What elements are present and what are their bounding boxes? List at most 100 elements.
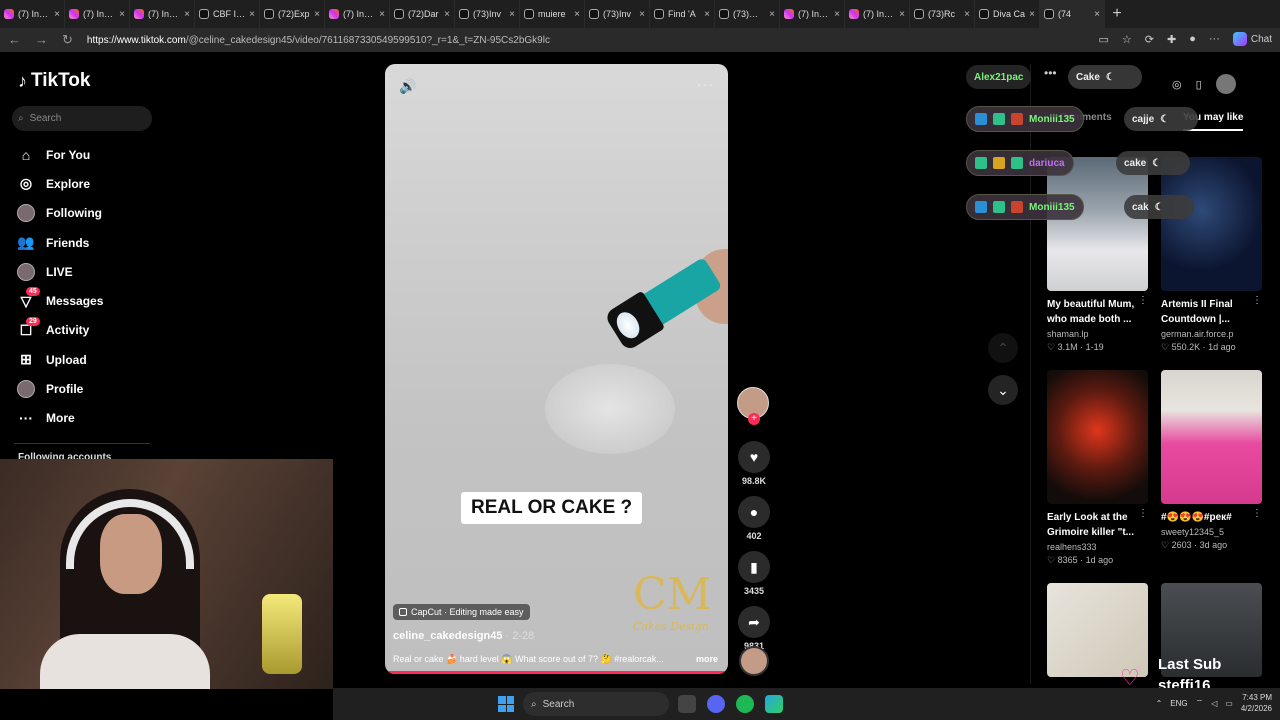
- video-player[interactable]: 🔊 ··· REAL OR CAKE ? CM Cakes Design Cap…: [385, 64, 728, 674]
- capcut-tag[interactable]: CapCut · Editing made easy: [393, 604, 530, 620]
- recommended-card[interactable]: [1047, 583, 1148, 677]
- browser-tab[interactable]: Find 'A ×: [650, 0, 715, 28]
- previous-video-button[interactable]: ⌃: [988, 333, 1018, 363]
- recommended-card[interactable]: Artemis II Final Countdown |... ⋮ german…: [1161, 157, 1262, 353]
- tab-title: Diva Ca: [993, 9, 1026, 19]
- creator-avatar[interactable]: +: [737, 387, 769, 425]
- card-more-icon[interactable]: ⋮: [1138, 508, 1148, 519]
- edge-icon[interactable]: [765, 695, 783, 713]
- browser-tab[interactable]: Diva Ca ×: [975, 0, 1040, 28]
- video-progress-bar[interactable]: [385, 671, 728, 674]
- close-tab-icon[interactable]: ×: [899, 9, 905, 20]
- back-icon[interactable]: ←: [8, 32, 21, 48]
- card-more-icon[interactable]: ⋮: [1138, 295, 1148, 306]
- sidebar-item-following[interactable]: Following: [16, 199, 103, 228]
- wifi-icon[interactable]: ⌔: [1196, 698, 1204, 708]
- more-link[interactable]: more: [696, 654, 718, 665]
- comment-button[interactable]: ●: [738, 496, 770, 528]
- sidebar-item-messages[interactable]: ▽ 45 Messages: [16, 286, 103, 315]
- close-tab-icon[interactable]: ×: [119, 9, 125, 20]
- bookmarks-icon[interactable]: ✚: [1167, 33, 1176, 46]
- browser-tab[interactable]: (73)Inv ×: [455, 0, 520, 28]
- close-tab-icon[interactable]: ×: [834, 9, 840, 20]
- video-author[interactable]: celine_cakedesign45 · 2-28: [393, 630, 534, 642]
- volume-icon[interactable]: 🔊: [399, 78, 416, 95]
- card-more-icon[interactable]: ⋮: [1252, 295, 1262, 306]
- tiktok-logo[interactable]: ♪ TikTok: [18, 70, 90, 92]
- browser-tab[interactable]: (72)Dar ×: [390, 0, 455, 28]
- refresh-icon[interactable]: ↻: [62, 32, 73, 48]
- sidebar-item-profile[interactable]: Profile: [16, 374, 103, 403]
- share-button[interactable]: ➦: [738, 606, 770, 638]
- windows-start-icon[interactable]: [498, 696, 514, 712]
- follow-plus-icon[interactable]: +: [748, 413, 760, 425]
- browser-tab[interactable]: (72)Exp ×: [260, 0, 325, 28]
- user-avatar[interactable]: [1215, 74, 1236, 94]
- next-video-button[interactable]: ⌄: [988, 375, 1018, 405]
- close-tab-icon[interactable]: ×: [54, 9, 60, 20]
- volume-icon[interactable]: ◁: [1211, 699, 1217, 708]
- device-icon[interactable]: ▯: [1196, 78, 1202, 91]
- close-tab-icon[interactable]: ×: [1029, 9, 1035, 20]
- close-tab-icon[interactable]: ×: [1094, 9, 1100, 20]
- video-more-icon[interactable]: ···: [697, 76, 714, 92]
- close-tab-icon[interactable]: ×: [444, 9, 450, 20]
- language-indicator[interactable]: ENG: [1170, 699, 1187, 708]
- browser-tab[interactable]: (73)Rc ×: [910, 0, 975, 28]
- new-tab-button[interactable]: +: [1105, 5, 1129, 23]
- tray-chevron-icon[interactable]: ⌃: [1156, 699, 1163, 708]
- sidebar-item-upload[interactable]: ⊞ Upload: [16, 345, 103, 374]
- browser-tab[interactable]: muiere ×: [520, 0, 585, 28]
- browser-tab[interactable]: (7) Insta ×: [780, 0, 845, 28]
- recommended-card[interactable]: My beautiful Mum, who made both ... ⋮ sh…: [1047, 157, 1148, 353]
- sidebar-item-for-you[interactable]: ⌂ For You: [16, 140, 103, 169]
- chat-message: cake ☾: [1116, 151, 1190, 175]
- file-explorer-icon[interactable]: [678, 695, 696, 713]
- close-tab-icon[interactable]: ×: [379, 9, 385, 20]
- close-tab-icon[interactable]: ×: [704, 9, 710, 20]
- browser-tab[interactable]: (73)@M ×: [715, 0, 780, 28]
- profile-avatar[interactable]: ●: [1189, 33, 1196, 45]
- close-tab-icon[interactable]: ×: [509, 9, 515, 20]
- sidebar-item-activity[interactable]: ☐ 29 Activity: [16, 316, 103, 345]
- extensions-icon[interactable]: ⟳: [1145, 33, 1154, 46]
- like-button[interactable]: ♥: [738, 441, 770, 473]
- close-tab-icon[interactable]: ×: [639, 9, 645, 20]
- search-input[interactable]: ⌕ Search: [12, 106, 152, 131]
- close-tab-icon[interactable]: ×: [964, 9, 970, 20]
- read-mode-icon[interactable]: ▭: [1099, 33, 1109, 46]
- taskbar-search[interactable]: ⌕ Search: [523, 692, 669, 716]
- close-tab-icon[interactable]: ×: [249, 9, 255, 20]
- taskbar-clock[interactable]: 7:43 PM 4/2/2026: [1241, 692, 1272, 714]
- url-field[interactable]: https://www.tiktok.com/@celine_cakedesig…: [87, 35, 550, 46]
- sidebar-item-explore[interactable]: ◎ Explore: [16, 169, 103, 198]
- recommended-card[interactable]: #😍😍😍#рек# ⋮ sweety12345_5 ♡ 2603 · 3d ag…: [1161, 370, 1262, 551]
- close-tab-icon[interactable]: ×: [769, 9, 775, 20]
- browser-tab[interactable]: (7) Insta ×: [0, 0, 65, 28]
- browser-tab[interactable]: (73)Inv ×: [585, 0, 650, 28]
- battery-icon[interactable]: ▭: [1225, 699, 1233, 708]
- compass-icon[interactable]: ◎: [1172, 78, 1182, 91]
- sidebar-item-live[interactable]: LIVE: [16, 257, 103, 286]
- card-more-icon[interactable]: ⋮: [1252, 508, 1262, 519]
- save-button[interactable]: ▮: [738, 551, 770, 583]
- favorite-star-icon[interactable]: ☆: [1122, 33, 1132, 46]
- browser-tab[interactable]: (7) Insta ×: [130, 0, 195, 28]
- browser-menu-icon[interactable]: ···: [1209, 33, 1220, 45]
- forward-icon[interactable]: →: [35, 32, 48, 48]
- music-disc-avatar[interactable]: [739, 646, 769, 676]
- browser-tab[interactable]: (74 ×: [1040, 0, 1105, 28]
- sidebar-item-friends[interactable]: 👥 Friends: [16, 228, 103, 257]
- spotify-icon[interactable]: [736, 695, 754, 713]
- browser-tab[interactable]: CBF Ise ×: [195, 0, 260, 28]
- close-tab-icon[interactable]: ×: [574, 9, 580, 20]
- browser-tab[interactable]: (7) Insta ×: [65, 0, 130, 28]
- discord-icon[interactable]: [707, 695, 725, 713]
- sidebar-item-more[interactable]: ··· More: [16, 404, 103, 433]
- close-tab-icon[interactable]: ×: [314, 9, 320, 20]
- recommended-card[interactable]: Early Look at the Grimoire killer "t... …: [1047, 370, 1148, 566]
- browser-tab[interactable]: (7) Insta ×: [325, 0, 390, 28]
- close-tab-icon[interactable]: ×: [184, 9, 190, 20]
- copilot-chat-button[interactable]: Chat: [1232, 32, 1272, 46]
- browser-tab[interactable]: (7) Insta ×: [845, 0, 910, 28]
